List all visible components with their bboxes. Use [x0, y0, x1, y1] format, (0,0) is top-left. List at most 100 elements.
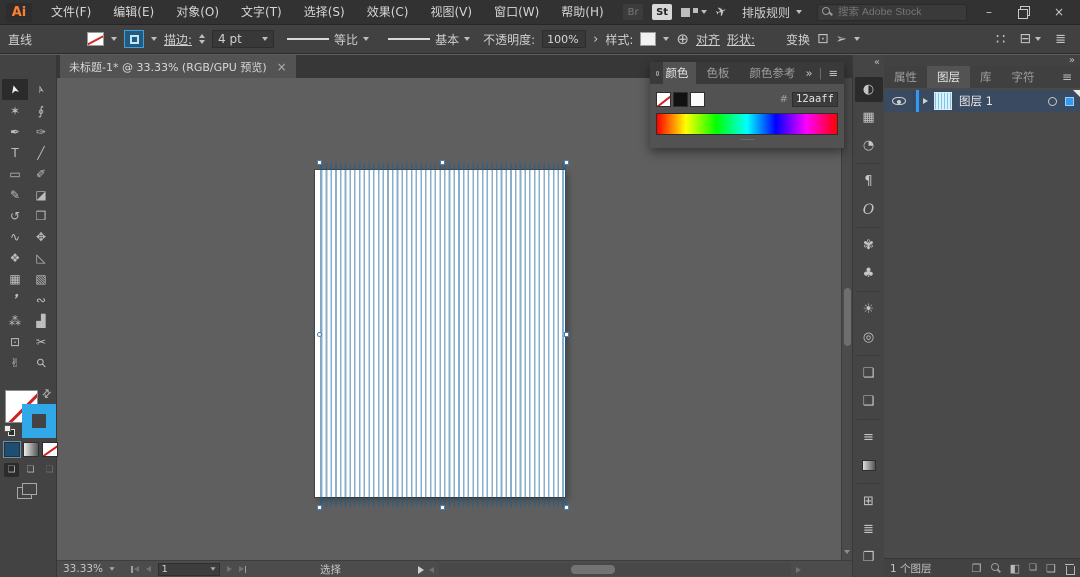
horizontal-scrollbar[interactable]: [429, 563, 801, 576]
isolate-selection-icon[interactable]: ➢: [836, 33, 847, 46]
zoom-level[interactable]: 33.33%: [63, 563, 103, 575]
menu-对象[interactable]: 对象(O): [165, 0, 230, 25]
make-clip-mask-icon[interactable]: ◧: [1010, 563, 1020, 574]
scroll-right-icon[interactable]: [796, 566, 801, 573]
width-tool[interactable]: ∿: [2, 226, 28, 247]
status-expand-icon[interactable]: [418, 566, 424, 574]
menu-视图[interactable]: 视图(V): [419, 0, 483, 25]
selection-handle[interactable]: [564, 332, 569, 337]
stroke-weight-dropdown[interactable]: 4 pt: [212, 30, 275, 48]
selection-handle[interactable]: [317, 505, 322, 510]
curvature-tool[interactable]: ✑: [28, 121, 54, 142]
fill-color-swatch[interactable]: [87, 32, 104, 46]
layer-thumbnail[interactable]: [934, 92, 952, 110]
selection-handle[interactable]: [440, 160, 445, 165]
none-swatch[interactable]: [656, 91, 671, 107]
shaper-tool[interactable]: ✎: [2, 184, 28, 205]
menu-list-icon[interactable]: ≣: [1055, 33, 1066, 46]
color-spectrum[interactable]: [656, 113, 838, 135]
search-input[interactable]: [817, 3, 967, 21]
perspective-grid-tool[interactable]: ◺: [28, 247, 54, 268]
mesh-tool[interactable]: ▦: [2, 268, 28, 289]
zoom-tool[interactable]: ⚲: [28, 352, 54, 373]
blend-tool[interactable]: ∾: [28, 289, 54, 310]
stroke-color-swatch[interactable]: [124, 30, 144, 48]
dock-align-icon[interactable]: ≣: [855, 517, 883, 542]
column-graph-tool[interactable]: ▟: [28, 310, 54, 331]
menu-效果[interactable]: 效果(C): [356, 0, 420, 25]
bridge-badge-icon[interactable]: Br: [623, 4, 644, 20]
style-swatch[interactable]: [640, 32, 657, 46]
transform-label[interactable]: 变换: [786, 31, 810, 48]
arrange-documents-icon[interactable]: ∷: [996, 31, 1006, 47]
symbol-sprayer-tool[interactable]: ⁂: [2, 310, 28, 331]
rocket-icon[interactable]: ✈: [714, 3, 729, 21]
expand-layer-icon[interactable]: [923, 98, 928, 104]
direct-selection-tool[interactable]: ➢: [28, 79, 54, 100]
chevron-down-icon[interactable]: [111, 37, 117, 41]
selected-line-artwork[interactable]: [320, 163, 566, 507]
draw-normal-button[interactable]: ❏: [4, 463, 19, 477]
selection-indicator[interactable]: [1065, 96, 1074, 106]
new-sublayer-icon[interactable]: ❏: [1029, 563, 1037, 573]
panel-collapse-icon[interactable]: »: [805, 66, 812, 80]
panel-menu-icon[interactable]: ≡: [1062, 70, 1080, 84]
menu-文件[interactable]: 文件(F): [40, 0, 102, 25]
menu-文字[interactable]: 文字(T): [230, 0, 293, 25]
dock-pathfinder-icon[interactable]: ❐: [855, 545, 883, 570]
horizontal-scrollbar-thumb[interactable]: [571, 565, 615, 574]
selection-handle[interactable]: [317, 160, 322, 165]
first-artboard-button[interactable]: [131, 565, 139, 573]
menu-选择[interactable]: 选择(S): [293, 0, 356, 25]
vertical-scrollbar[interactable]: [841, 78, 852, 560]
rotate-tool[interactable]: ↺: [2, 205, 28, 226]
selection-handle[interactable]: [564, 505, 569, 510]
layer-row[interactable]: 图层 1: [884, 90, 1080, 112]
dock-color-icon[interactable]: ◐: [854, 77, 883, 102]
align-link[interactable]: 对齐: [696, 31, 720, 48]
color-panel-tab-颜色参考[interactable]: 颜色参考: [739, 62, 805, 84]
menu-编辑[interactable]: 编辑(E): [102, 0, 165, 25]
gradient-tool[interactable]: ▧: [28, 268, 54, 289]
close-tab-icon[interactable]: ×: [277, 60, 287, 74]
previous-artboard-button[interactable]: [145, 566, 151, 572]
layer-name[interactable]: 图层 1: [959, 93, 1048, 109]
dock-opentype-icon[interactable]: O: [855, 197, 883, 222]
minimize-button[interactable]: –: [976, 2, 1002, 22]
dock-appearance-icon[interactable]: ☀: [855, 291, 883, 322]
screen-mode-button[interactable]: [17, 483, 37, 499]
paint-color-button[interactable]: [3, 441, 21, 458]
next-artboard-button[interactable]: [226, 566, 232, 572]
menu-窗口[interactable]: 窗口(W): [483, 0, 550, 25]
dock-stroke-icon[interactable]: ≡: [855, 419, 883, 450]
rectangle-tool[interactable]: ▭: [2, 163, 28, 184]
scroll-down-icon[interactable]: [844, 550, 850, 554]
lasso-tool[interactable]: ∮: [28, 100, 54, 121]
draw-inside-button[interactable]: ❏: [42, 463, 57, 477]
panel-tab-属性[interactable]: 属性: [884, 66, 927, 88]
dock-brushes-icon[interactable]: ✾: [855, 227, 883, 258]
shape-link[interactable]: 形状:: [727, 31, 755, 48]
color-panel-tab-色板[interactable]: 色板: [696, 62, 739, 84]
selection-handle[interactable]: [317, 332, 322, 337]
target-circle-icon[interactable]: [1048, 96, 1057, 106]
document-tab[interactable]: 未标题-1* @ 33.33% (RGB/GPU 预览) ×: [60, 55, 296, 78]
selection-handle[interactable]: [440, 505, 445, 510]
stroke-link[interactable]: 描边:: [164, 31, 192, 48]
hand-tool[interactable]: ✌: [2, 352, 28, 373]
opacity-more-button[interactable]: ›: [593, 33, 598, 46]
swap-fill-stroke-icon[interactable]: ⇄: [39, 386, 55, 402]
panel-resize-grip[interactable]: [656, 135, 838, 143]
magic-wand-tool[interactable]: ✶: [2, 100, 28, 121]
chevron-down-icon[interactable]: [663, 37, 670, 41]
workspace-layout-icon[interactable]: [681, 7, 708, 17]
panel-menu-icon[interactable]: ≡: [828, 66, 838, 80]
black-swatch[interactable]: [673, 91, 688, 107]
delete-layer-icon[interactable]: [1065, 563, 1075, 575]
typography-rule-dropdown[interactable]: 排版规则: [736, 4, 808, 21]
free-transform-tool[interactable]: ✥: [28, 226, 54, 247]
workspace-switcher[interactable]: ⊟: [1019, 32, 1042, 46]
paint-none-button[interactable]: [42, 442, 58, 457]
dock-paragraph-icon[interactable]: ¶: [855, 163, 883, 194]
scale-tool[interactable]: ❒: [28, 205, 54, 226]
